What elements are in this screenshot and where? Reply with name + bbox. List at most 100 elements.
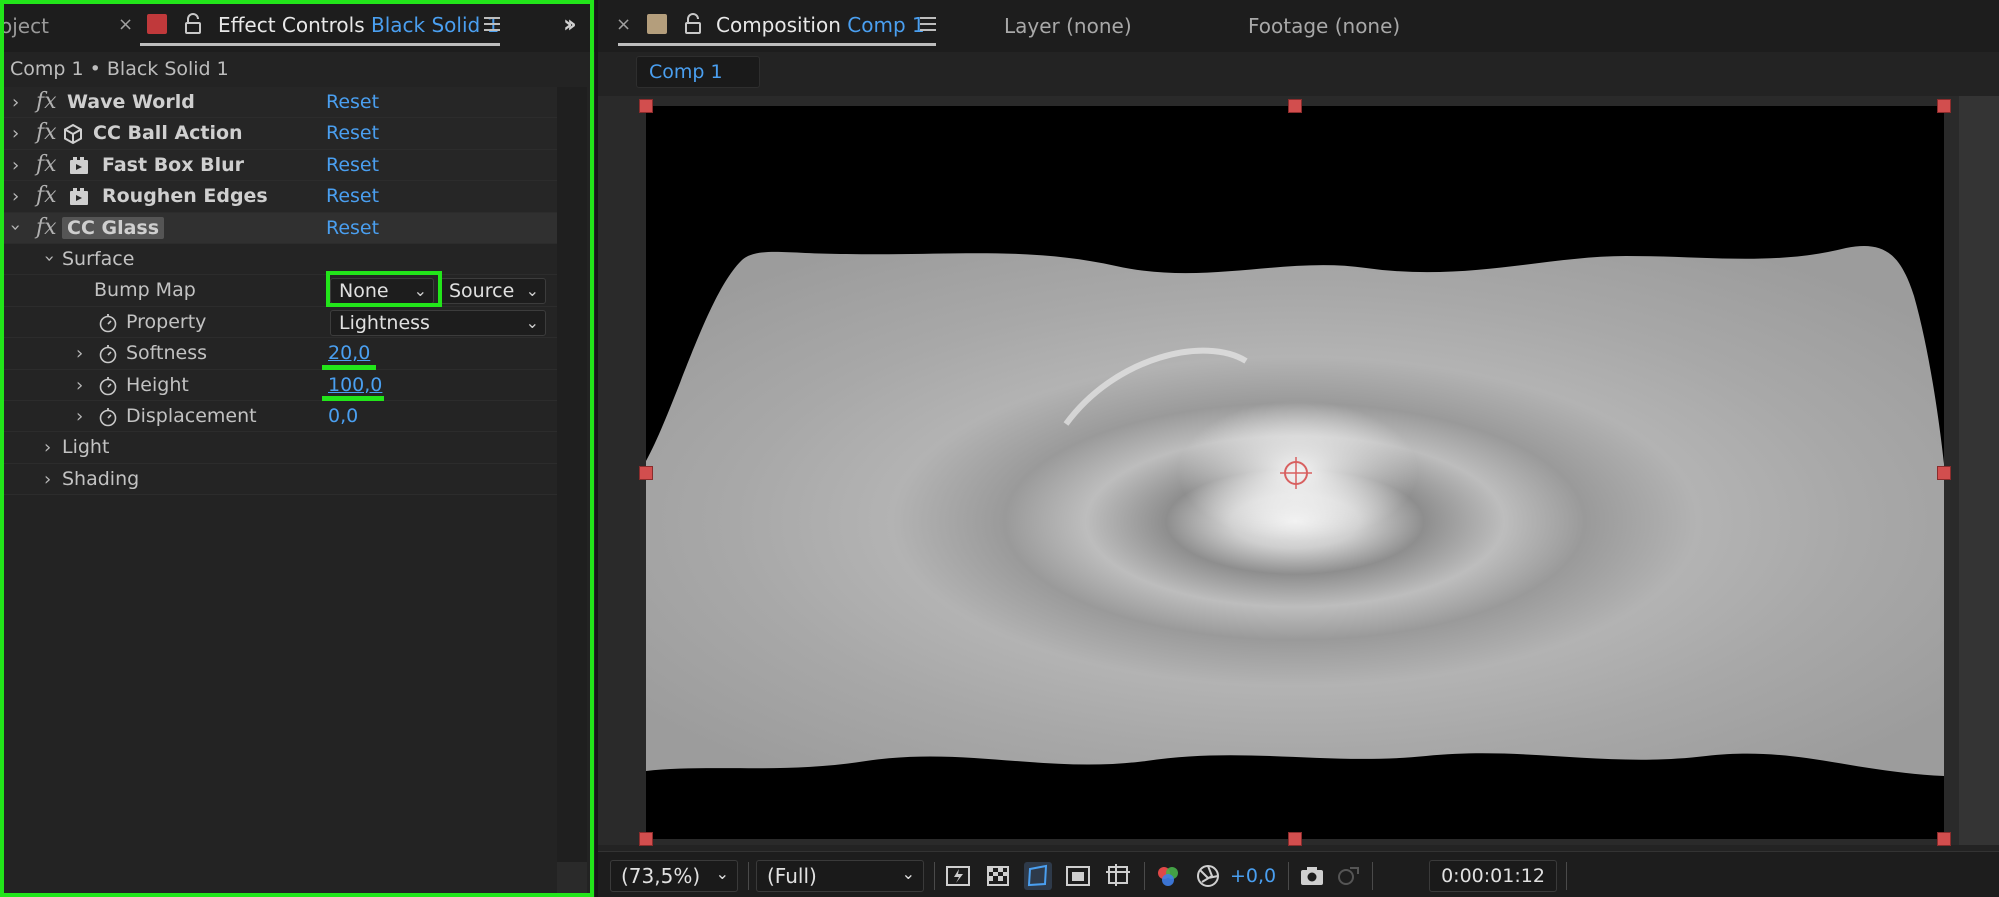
group-label[interactable]: Light [62, 436, 109, 458]
comp-navigator-button[interactable]: Comp 1 [636, 56, 760, 88]
chevron-right-icon[interactable]: › [76, 375, 83, 396]
stopwatch-icon[interactable] [98, 407, 118, 427]
group-label[interactable]: Surface [62, 248, 134, 270]
select-value: (73,5%) [621, 864, 701, 888]
lock-icon[interactable] [684, 13, 702, 35]
tab-effect-controls[interactable]: Effect Controls Black Solid 1 [218, 13, 499, 37]
exposure-value[interactable]: +0,0 [1230, 865, 1276, 887]
show-snapshot-icon[interactable] [1334, 862, 1362, 890]
effect-name[interactable]: CC Glass [62, 216, 165, 239]
toolbar-separator [1144, 862, 1145, 890]
scrollbar-thumb[interactable] [557, 862, 587, 894]
close-icon[interactable]: × [616, 14, 631, 35]
displacement-value[interactable]: 0,0 [328, 405, 358, 427]
region-of-interest-icon[interactable] [1064, 862, 1092, 890]
bump-map-source-select[interactable]: Source ⌄ [440, 278, 546, 305]
tab-composition[interactable]: Composition Comp 1 [716, 13, 925, 37]
bump-map-layer-select[interactable]: None ⌄ [330, 278, 434, 305]
fx-icon[interactable]: fx [36, 89, 57, 114]
composition-viewer[interactable] [598, 96, 1999, 846]
panel-menu-icon[interactable] [484, 17, 500, 31]
layer-handle[interactable] [639, 466, 653, 480]
reset-button[interactable]: Reset [326, 154, 379, 176]
effects-list: › fx Wave World Reset › fx CC Ball Actio… [0, 87, 557, 496]
group-label[interactable]: Shading [62, 468, 139, 490]
tab-layer[interactable]: Layer (none) [1004, 14, 1132, 38]
chevron-right-icon[interactable]: › [12, 123, 19, 144]
comp-canvas[interactable] [646, 106, 1944, 839]
scrollbar-track[interactable] [557, 87, 587, 897]
group-row-surface[interactable]: › Surface [0, 243, 557, 276]
tab-composition-label: Composition [716, 13, 841, 37]
property-label: Property [126, 310, 207, 333]
tab-footage[interactable]: Footage (none) [1248, 14, 1400, 38]
chevron-right-icon[interactable]: › [44, 437, 51, 458]
chevron-right-icon[interactable]: › [12, 155, 19, 176]
resolution-select[interactable]: (Full) ⌄ [756, 860, 924, 892]
effect-row[interactable]: › fx Fast Box Blur Reset [0, 149, 557, 182]
layer-handle[interactable] [1937, 99, 1951, 113]
grid-guides-icon[interactable] [1104, 862, 1132, 890]
tab-project[interactable]: oject [0, 14, 49, 38]
effect-row-selected[interactable]: › fx CC Glass Reset [0, 212, 557, 244]
softness-highlight-underline [322, 365, 376, 370]
toolbar-separator [1566, 862, 1567, 890]
reset-button[interactable]: Reset [326, 122, 379, 144]
exposure-reset-icon[interactable] [1194, 862, 1222, 890]
chevron-right-icon[interactable]: › [76, 406, 83, 427]
panel-menu-icon[interactable] [920, 17, 936, 31]
chevron-down-icon: ⌄ [525, 281, 539, 301]
reset-button[interactable]: Reset [326, 91, 379, 113]
effect-name[interactable]: Wave World [67, 91, 195, 113]
stopwatch-icon[interactable] [98, 344, 118, 364]
chevron-down-icon: ⌄ [901, 864, 915, 883]
property-row-height: › Height 100,0 [0, 369, 557, 401]
chevron-right-icon[interactable]: › [12, 186, 19, 207]
label-color-chip[interactable] [147, 14, 167, 34]
chevron-right-icon[interactable]: › [76, 343, 83, 364]
chevron-down-icon[interactable]: › [39, 255, 60, 262]
label-color-chip[interactable] [647, 14, 667, 34]
lock-icon[interactable] [184, 13, 202, 35]
layer-handle[interactable] [639, 832, 653, 846]
stopwatch-icon[interactable] [98, 376, 118, 396]
composition-panel: × Composition Comp 1 Layer (none) Footag… [598, 0, 1999, 897]
current-time-display[interactable]: 0:00:01:12 [1429, 860, 1557, 892]
fx-icon[interactable]: fx [36, 152, 57, 177]
height-value[interactable]: 100,0 [328, 374, 382, 396]
tab-composition-comp: Comp 1 [847, 13, 925, 37]
magnification-select[interactable]: (73,5%) ⌄ [610, 860, 738, 892]
reset-button[interactable]: Reset [326, 185, 379, 207]
stopwatch-icon[interactable] [98, 313, 118, 333]
layer-handle[interactable] [1288, 99, 1302, 113]
fx-icon[interactable]: fx [36, 120, 57, 145]
transparency-grid-icon[interactable] [984, 862, 1012, 890]
effect-name[interactable]: Roughen Edges [102, 185, 268, 207]
effect-row[interactable]: › fx CC Ball Action Reset [0, 118, 557, 150]
fx-icon[interactable]: fx [36, 183, 57, 208]
select-value: None [339, 280, 389, 303]
chevron-right-icon[interactable]: › [44, 469, 51, 490]
effect-name[interactable]: Fast Box Blur [102, 154, 244, 176]
group-row-light[interactable]: › Light [0, 432, 557, 464]
layer-handle[interactable] [1288, 832, 1302, 846]
camera-snapshot-icon[interactable] [1298, 862, 1326, 890]
chevron-right-icon[interactable]: › [12, 92, 19, 113]
layer-handle[interactable] [639, 99, 653, 113]
close-icon[interactable]: × [118, 14, 133, 35]
reset-button[interactable]: Reset [326, 217, 379, 239]
effect-row[interactable]: › fx Roughen Edges Reset [0, 181, 557, 213]
double-chevron-icon[interactable]: ›› [563, 10, 577, 38]
layer-handle[interactable] [1937, 466, 1951, 480]
color-channels-icon[interactable] [1154, 862, 1182, 890]
effect-name[interactable]: CC Ball Action [93, 122, 243, 144]
group-row-shading[interactable]: › Shading [0, 463, 557, 496]
effect-row[interactable]: › fx Wave World Reset [0, 87, 557, 119]
fx-icon[interactable]: fx [36, 215, 57, 240]
fast-previews-icon[interactable] [944, 862, 972, 890]
chevron-down-icon[interactable]: › [5, 223, 26, 230]
softness-value[interactable]: 20,0 [328, 342, 370, 364]
property-select[interactable]: Lightness ⌄ [330, 309, 546, 336]
mask-path-visibility-icon[interactable] [1024, 862, 1052, 890]
layer-handle[interactable] [1937, 832, 1951, 846]
